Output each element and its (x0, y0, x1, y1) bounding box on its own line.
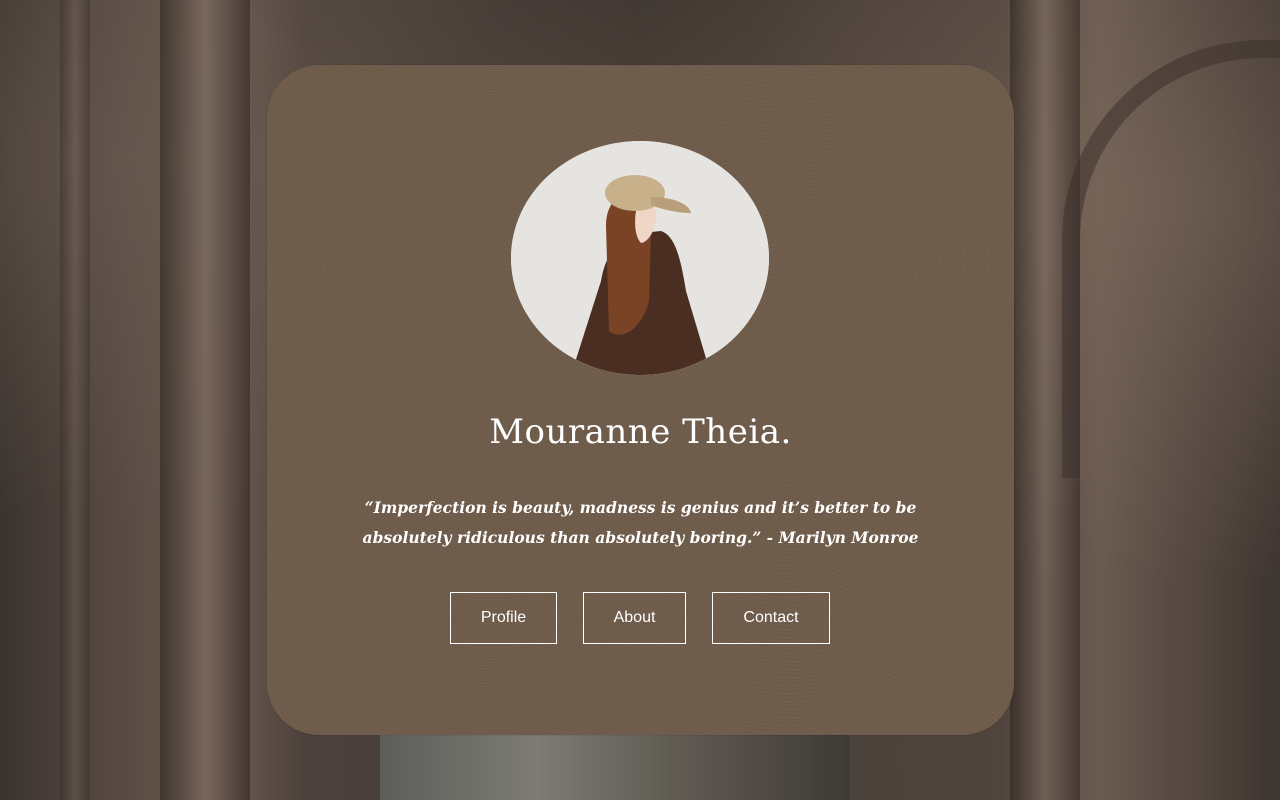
profile-button[interactable]: Profile (450, 592, 557, 644)
background-arch (1062, 40, 1280, 478)
avatar (511, 141, 769, 375)
about-button[interactable]: About (583, 592, 686, 644)
profile-card: Mouranne Theia. “Imperfection is beauty,… (267, 65, 1014, 735)
contact-button[interactable]: Contact (712, 592, 830, 644)
profile-quote: “Imperfection is beauty, madness is geni… (362, 498, 919, 547)
nav-buttons: Profile About Contact (267, 592, 1014, 646)
background-painting (380, 730, 850, 800)
profile-name: Mouranne Theia. (489, 412, 792, 452)
profile-photo-icon (511, 141, 769, 375)
background-column (60, 0, 90, 800)
background-column (160, 0, 250, 800)
